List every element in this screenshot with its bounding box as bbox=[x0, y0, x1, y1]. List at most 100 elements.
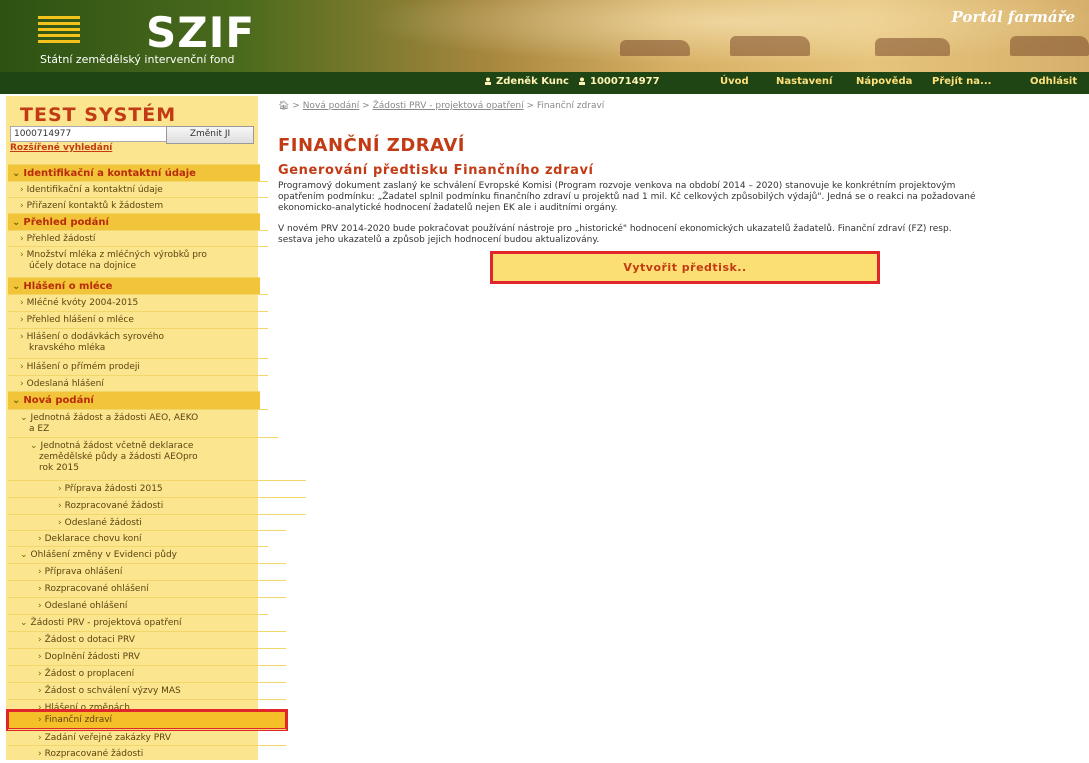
sidebar-item-label: Žádost o schválení výzvy MAS bbox=[44, 686, 181, 696]
logo-subtitle: Státní zemědělský intervenční fond bbox=[40, 53, 235, 66]
user-icon bbox=[485, 77, 491, 85]
cow-image bbox=[620, 40, 690, 56]
nav-prejit-na[interactable]: Přejít na... bbox=[932, 76, 991, 87]
sidebar-item-label: Nová podání bbox=[23, 395, 94, 406]
home-icon[interactable]: 🏠︎ bbox=[278, 101, 289, 111]
sidebar-item-label: Příprava žádosti 2015 bbox=[64, 484, 163, 494]
client-id-label: 1000714977 bbox=[590, 76, 660, 87]
sidebar-item-label: rok 2015 bbox=[39, 463, 79, 473]
chevron-right-icon: › bbox=[38, 601, 42, 611]
chevron-right-icon: › bbox=[20, 250, 24, 260]
paragraph-line: Programový dokument zaslaný ke schválení… bbox=[278, 181, 956, 191]
sidebar-item-milk-quantity[interactable]: › Množství mléka z mléčných výrobků pro úč… bbox=[8, 246, 268, 275]
sidebar-item-label: Deklarace chovu koní bbox=[44, 534, 142, 544]
sidebar-item-land-registry-change[interactable]: ⌄ Ohlášení změny v Evidenci půdy bbox=[8, 546, 268, 564]
system-title: TEST SYSTÉM bbox=[20, 104, 177, 126]
sidebar-item-label: Jednotná žádost včetně deklarace bbox=[40, 441, 194, 451]
paragraph-line: V novém PRV 2014-2020 bude pokračovat po… bbox=[278, 224, 952, 234]
nav-uvod[interactable]: Úvod bbox=[720, 76, 749, 87]
sidebar-item-label: Přehled hlášení o mléce bbox=[26, 315, 134, 325]
create-preprint-button[interactable]: Vytvořit předtisk.. bbox=[490, 251, 880, 284]
user-icon bbox=[579, 77, 585, 85]
chevron-down-icon: ⌄ bbox=[12, 395, 21, 406]
site-header: SZIF Státní zemědělský intervenční fond … bbox=[0, 0, 1089, 72]
sidebar-item-label: Identifikační a kontaktní údaje bbox=[23, 168, 196, 179]
chevron-right-icon: › bbox=[38, 715, 42, 725]
sidebar-item-label: Hlášení o přímém prodeji bbox=[26, 362, 140, 372]
sidebar-item-sent-notice[interactable]: › Odeslané ohlášení bbox=[8, 597, 286, 615]
sidebar-item-label: Finanční zdraví bbox=[44, 715, 113, 725]
sidebar-item-label: Mléčné kvóty 2004-2015 bbox=[26, 298, 139, 308]
sidebar-item-prv-requests[interactable]: ⌄ Žádosti PRV - projektová opatření bbox=[8, 614, 268, 632]
page-title: FINANČNÍ ZDRAVÍ bbox=[278, 135, 465, 156]
chevron-right-icon: › bbox=[20, 234, 24, 244]
info-paragraph: V novém PRV 2014-2020 bude pokračovat po… bbox=[278, 224, 1086, 246]
sidebar-item-label: kravského mléka bbox=[29, 343, 106, 353]
sidebar-item-label: Přiřazení kontaktů k žádostem bbox=[26, 201, 164, 211]
sidebar-item-label: Žádosti PRV - projektová opatření bbox=[30, 618, 182, 628]
chevron-right-icon: › bbox=[20, 298, 24, 308]
sidebar-item-single-request[interactable]: ⌄ Jednotná žádost a žádosti AEO, AEKO a EZ bbox=[8, 409, 268, 438]
sidebar-item-prepare-2015[interactable]: › Příprava žádosti 2015 bbox=[8, 480, 306, 498]
sidebar-item-label: Rozpracované žádosti bbox=[64, 501, 164, 511]
logo-text[interactable]: SZIF bbox=[146, 12, 255, 54]
breadcrumb: 🏠︎ > Nová podání > Žádosti PRV - projekt… bbox=[278, 101, 605, 111]
chevron-down-icon: ⌄ bbox=[12, 168, 21, 179]
sidebar-item-prv-supplement[interactable]: › Doplnění žádosti PRV bbox=[8, 648, 286, 666]
chevron-right-icon: › bbox=[38, 749, 42, 759]
sidebar-item-label: Ohlášení změny v Evidenci půdy bbox=[30, 550, 177, 560]
nav-napoveda[interactable]: Nápověda bbox=[856, 76, 912, 87]
sidebar-section-overview[interactable]: ⌄ Přehled podání bbox=[8, 213, 260, 231]
sidebar-item-prepare-notice[interactable]: › Příprava ohlášení bbox=[8, 563, 286, 581]
chevron-right-icon: › bbox=[38, 652, 42, 662]
chevron-right-icon: › bbox=[58, 518, 62, 528]
change-id-button[interactable]: Změnit JI bbox=[166, 126, 254, 144]
chevron-down-icon: ⌄ bbox=[20, 550, 28, 560]
cow-image bbox=[1010, 36, 1089, 56]
sidebar-item-label: zemědělské půdy a žádosti AEOpro bbox=[39, 452, 198, 462]
paragraph-line: ekonomicko-analytické hodnocení žadatelů… bbox=[278, 203, 618, 213]
nav-nastaveni[interactable]: Nastavení bbox=[776, 76, 832, 87]
sidebar-item-single-request-2015[interactable]: ⌄ Jednotná žádost včetně deklarace zeměděl… bbox=[8, 437, 278, 477]
sidebar-item-prv-subsidy[interactable]: › Žádost o dotaci PRV bbox=[8, 631, 286, 649]
sidebar-item-financial-health[interactable]: › Finanční zdraví bbox=[6, 709, 288, 731]
sidebar-item-label: Odeslaná hlášení bbox=[26, 379, 104, 389]
breadcrumb-current: Finanční zdraví bbox=[536, 101, 605, 111]
sidebar-item-raw-milk[interactable]: › Hlášení o dodávkách syrového kravského m… bbox=[8, 328, 268, 357]
sidebar-item-direct-sale[interactable]: › Hlášení o přímém prodeji bbox=[8, 358, 268, 376]
sidebar-item-label: Žádost o proplacení bbox=[44, 669, 135, 679]
chevron-right-icon: › bbox=[20, 332, 24, 342]
sidebar-section-identification[interactable]: ⌄ Identifikační a kontaktní údaje bbox=[8, 164, 260, 182]
sidebar-item-label: Hlášení o mléce bbox=[23, 281, 113, 292]
sidebar-item-milk-overview[interactable]: › Přehled hlášení o mléce bbox=[8, 311, 268, 329]
client-id[interactable]: 1000714977 bbox=[578, 76, 660, 87]
szif-logo-icon[interactable] bbox=[38, 16, 80, 48]
chevron-right-icon: › bbox=[38, 534, 42, 544]
sidebar-item-draft-requests[interactable]: › Rozpracované žádosti bbox=[8, 497, 306, 515]
chevron-right-icon: › bbox=[20, 379, 24, 389]
breadcrumb-link-prv-requests[interactable]: Žádosti PRV - projektová opatření bbox=[373, 101, 524, 111]
chevron-down-icon: ⌄ bbox=[12, 281, 21, 292]
sidebar-item-draft-notice[interactable]: › Rozpracované ohlášení bbox=[8, 580, 286, 598]
top-navigation: Zdeněk Kunc 1000714977 Úvod Nastavení Ná… bbox=[0, 72, 1089, 94]
sidebar-section-new-submissions[interactable]: ⌄ Nová podání bbox=[8, 391, 260, 409]
sidebar-item-mas-approval[interactable]: › Žádost o schválení výzvy MAS bbox=[8, 682, 286, 700]
paragraph-line: opatřením podmínku: „Žadatel splnil podm… bbox=[278, 192, 976, 202]
sidebar-item-payment-request[interactable]: › Žádost o proplacení bbox=[8, 665, 286, 683]
sidebar-item-milk-quotas[interactable]: › Mléčné kvóty 2004-2015 bbox=[8, 294, 268, 312]
sidebar-item-label: Odeslané žádosti bbox=[64, 518, 142, 528]
chevron-right-icon: › bbox=[20, 362, 24, 372]
nav-odhlasit[interactable]: Odhlásit bbox=[1030, 76, 1077, 87]
chevron-right-icon: › bbox=[38, 733, 42, 743]
cow-image bbox=[875, 38, 950, 56]
user-name[interactable]: Zdeněk Kunc bbox=[484, 76, 569, 87]
sidebar-item-label: Zadání veřejné zakázky PRV bbox=[44, 733, 172, 743]
client-id-input[interactable] bbox=[10, 126, 168, 142]
sidebar-section-milk-reports[interactable]: ⌄ Hlášení o mléce bbox=[8, 277, 260, 295]
user-name-label: Zdeněk Kunc bbox=[496, 76, 569, 87]
sidebar-item-draft-requests-prv[interactable]: › Rozpracované žádosti bbox=[8, 745, 286, 763]
chevron-down-icon: ⌄ bbox=[20, 618, 28, 628]
breadcrumb-link-new-submissions[interactable]: Nová podání bbox=[303, 101, 360, 111]
chevron-right-icon: › bbox=[20, 185, 24, 195]
advanced-search-link[interactable]: Rozšířené vyhledání bbox=[10, 143, 112, 153]
